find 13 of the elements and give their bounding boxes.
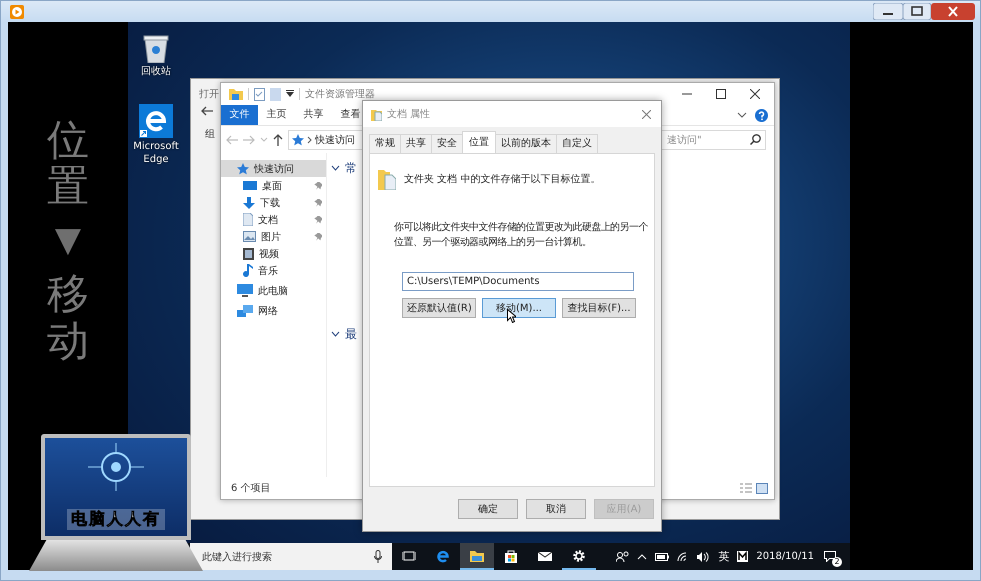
caption-arrow: ▼ bbox=[54, 223, 82, 258]
toolbar-label: 组 bbox=[205, 128, 215, 141]
search-placeholder: 速访问" bbox=[667, 134, 702, 146]
caption-text: 位置 bbox=[47, 117, 89, 210]
caption-text: 移动 bbox=[47, 271, 89, 364]
item-count: 6 个项目 bbox=[231, 482, 271, 495]
search-placeholder: 此键入进行搜索 bbox=[202, 550, 272, 564]
window-title: 文档 属性 bbox=[387, 108, 430, 121]
window-title: 文件资源管理器 bbox=[305, 88, 375, 101]
window-title: 打开 bbox=[199, 89, 219, 100]
description-text: 你可以将此文件夹中文件存储的位置更改为此硬盘上的另一个位置、另一个驱动器或网络上的另一台计算机。 bbox=[393, 220, 649, 250]
logo-text: 电脑人人有 bbox=[67, 509, 165, 530]
summary-text: 文件夹 文档 中的文件存储于以下目标位置。 bbox=[404, 172, 600, 186]
